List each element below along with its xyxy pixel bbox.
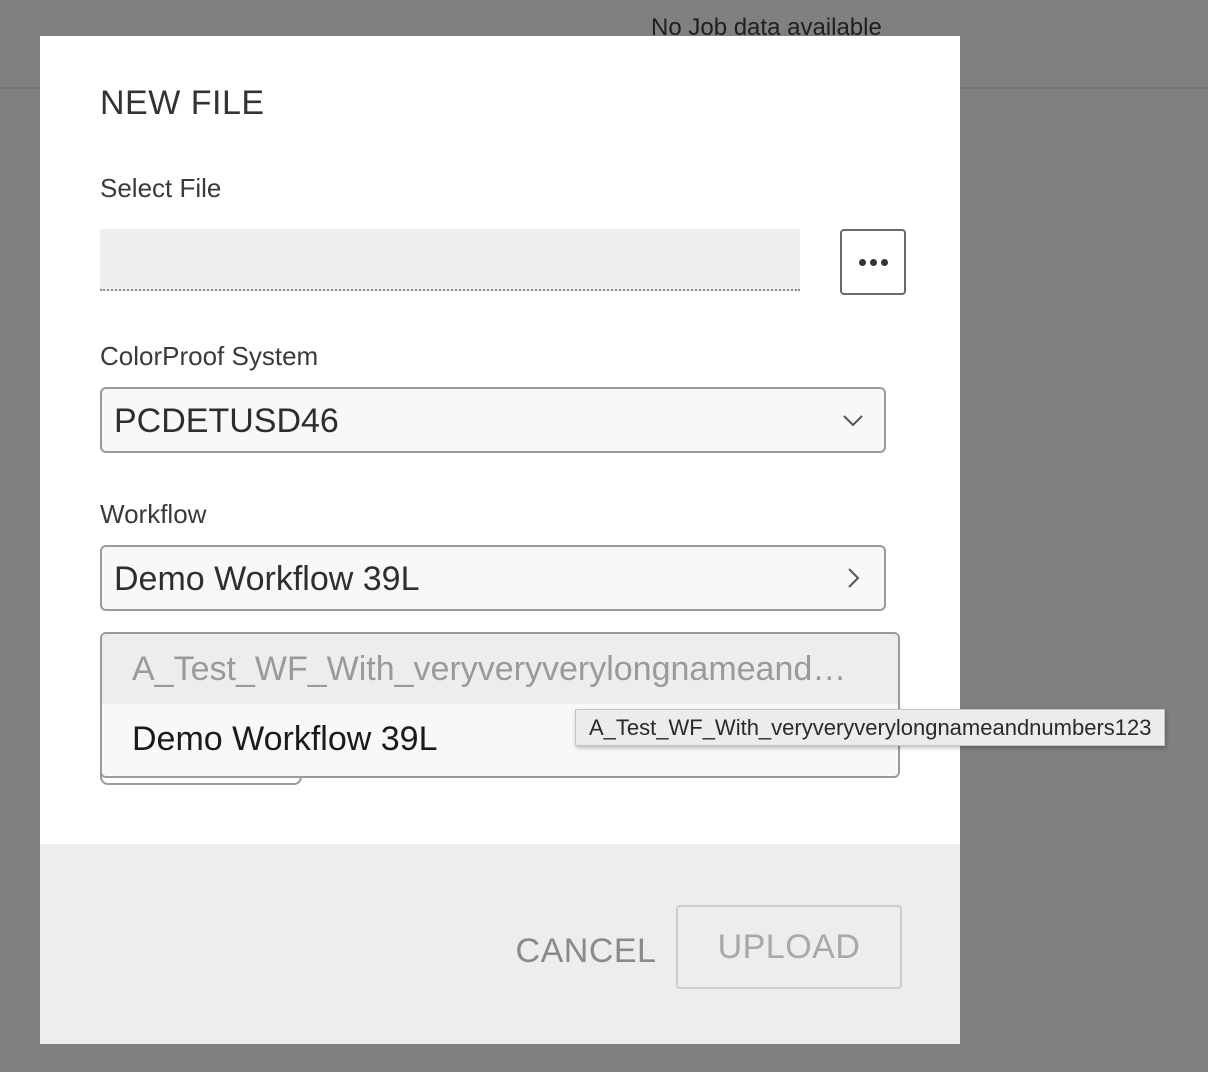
select-file-input[interactable] — [100, 229, 800, 291]
colorproof-system-select[interactable]: PCDETUSD46 — [100, 387, 886, 453]
colorproof-system-value: PCDETUSD46 — [114, 402, 339, 440]
workflow-select[interactable]: Demo Workflow 39L — [100, 545, 886, 611]
chevron-down-icon — [843, 415, 863, 427]
new-file-dialog: NEW FILE Select File ColorProof System P… — [40, 36, 960, 1044]
select-file-label: Select File — [100, 173, 222, 203]
cancel-button[interactable]: CANCEL — [496, 926, 676, 976]
ellipsis-icon — [858, 258, 888, 266]
upload-button[interactable]: UPLOAD — [676, 905, 902, 989]
workflow-label: Workflow — [100, 499, 207, 529]
dialog-title: NEW FILE — [100, 84, 265, 122]
colorproof-system-label: ColorProof System — [100, 341, 319, 371]
browse-file-button[interactable] — [840, 229, 906, 295]
chevron-right-icon — [848, 568, 860, 588]
workflow-value: Demo Workflow 39L — [114, 560, 420, 598]
workflow-option-tooltip: A_Test_WF_With_veryveryverylongnameandnu… — [575, 709, 1166, 746]
workflow-dropdown-list: A_Test_WF_With_veryveryverylongnameandnu… — [100, 632, 900, 778]
workflow-option-disabled: A_Test_WF_With_veryveryverylongnameandnu… — [102, 634, 898, 704]
